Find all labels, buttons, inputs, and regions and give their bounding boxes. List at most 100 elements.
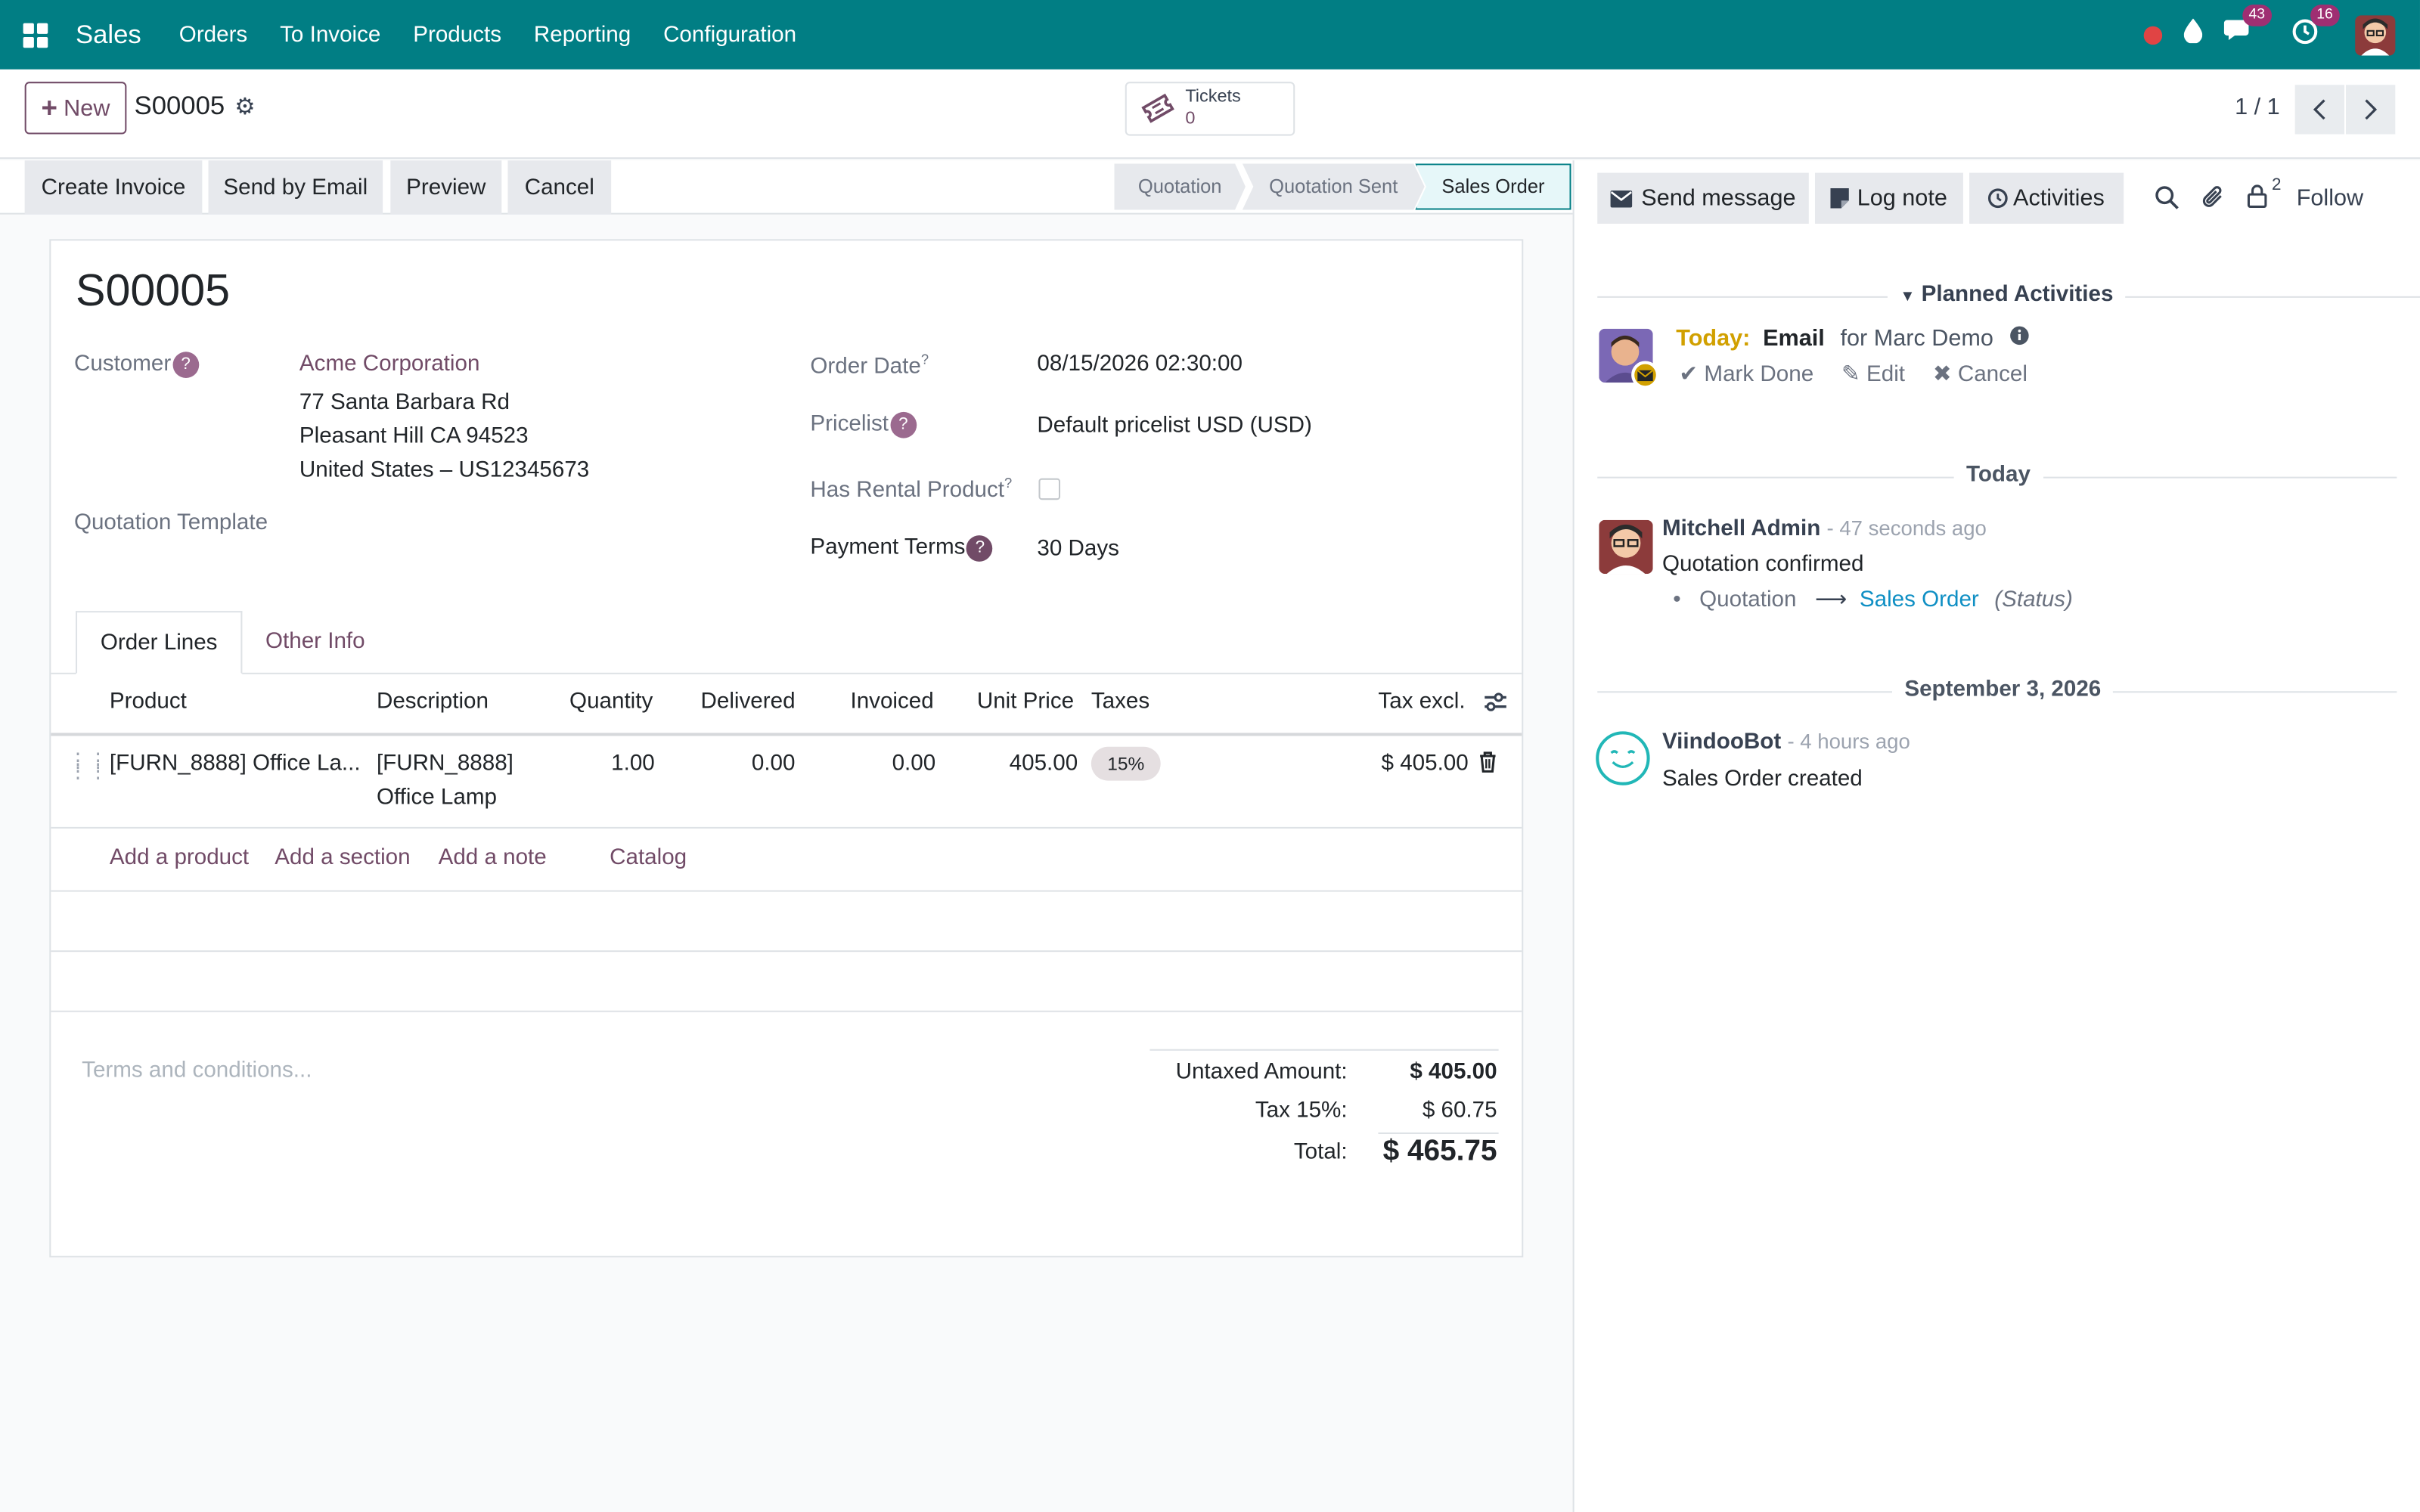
menu-configuration[interactable]: Configuration <box>663 23 796 48</box>
activity-type: Email <box>1763 325 1825 352</box>
tab-order-lines[interactable]: Order Lines <box>75 611 243 674</box>
author-name[interactable]: ViindooBot <box>1662 730 1781 754</box>
tracking-new-value: Sales Order <box>1859 587 1979 613</box>
create-invoice-button[interactable]: Create Invoice <box>24 160 203 215</box>
new-button[interactable]: + New <box>24 82 127 135</box>
app-brand[interactable]: Sales <box>76 20 141 51</box>
paperclip-icon[interactable] <box>2201 184 2226 218</box>
col-tax-excl[interactable]: Tax excl. <box>1378 689 1465 714</box>
check-icon: ✔ <box>1679 362 1699 388</box>
menu-reporting[interactable]: Reporting <box>534 23 631 48</box>
follow-button[interactable]: Follow <box>2297 185 2363 212</box>
column-settings-icon[interactable] <box>1483 691 1508 719</box>
status-quotation-sent[interactable]: Quotation Sent <box>1242 163 1425 210</box>
col-unit-price[interactable]: Unit Price <box>977 689 1074 714</box>
customer-field[interactable]: Acme Corporation <box>299 352 479 376</box>
col-delivered[interactable]: Delivered <box>701 689 796 714</box>
send-message-button[interactable]: Send message <box>1597 172 1809 224</box>
row-unit-price[interactable]: 405.00 <box>1010 751 1078 776</box>
order-date-field[interactable]: 08/15/2026 02:30:00 <box>1037 352 1243 376</box>
catalog-link[interactable]: Catalog <box>610 845 687 870</box>
terms-input[interactable]: Terms and conditions... <box>82 1058 312 1083</box>
address-line-3: United States – US12345673 <box>299 458 590 483</box>
user-avatar[interactable] <box>2355 14 2396 55</box>
activities-button[interactable]: Activities <box>1969 172 2124 224</box>
recording-icon[interactable] <box>2143 25 2163 45</box>
pager-value[interactable]: 1 / 1 <box>2235 94 2280 120</box>
totals-divider <box>1150 1049 1499 1051</box>
tickets-smart-button[interactable]: Tickets 0 <box>1125 82 1295 136</box>
pager-next-button[interactable] <box>2346 85 2396 135</box>
empty-row <box>51 892 1522 953</box>
mark-done-label: Mark Done <box>1704 362 1814 388</box>
planned-activities-toggle[interactable]: ▼ Planned Activities <box>1887 282 2126 308</box>
cancel-label: Cancel <box>1957 362 2028 388</box>
col-description[interactable]: Description <box>377 689 489 714</box>
followers-lock-icon[interactable] <box>2247 184 2267 216</box>
gear-icon[interactable]: ⚙ <box>234 92 255 120</box>
email-activity-icon <box>1631 361 1659 389</box>
row-description-1[interactable]: [FURN_8888] <box>377 751 513 776</box>
bot-avatar[interactable] <box>1596 731 1650 785</box>
drop-icon[interactable] <box>2183 18 2203 51</box>
edit-label: Edit <box>1866 362 1906 388</box>
apps-menu-icon[interactable] <box>23 22 48 48</box>
mark-done-button[interactable]: ✔ Mark Done <box>1679 363 1813 388</box>
row-quantity[interactable]: 1.00 <box>611 751 655 776</box>
menu-to-invoice[interactable]: To Invoice <box>280 23 380 48</box>
tab-other-info[interactable]: Other Info <box>265 630 365 655</box>
author-name[interactable]: Mitchell Admin <box>1662 517 1820 542</box>
menu-products[interactable]: Products <box>413 23 501 48</box>
payment-terms-field[interactable]: 30 Days <box>1037 537 1119 562</box>
activity-actions: ✔ Mark Done ✎ Edit ✖ Cancel <box>1679 363 2028 388</box>
log-note-label: Log note <box>1857 184 1947 212</box>
menu-orders[interactable]: Orders <box>179 23 247 48</box>
message-body: Sales Order created <box>1661 767 1863 792</box>
planned-activities-label: Planned Activities <box>1921 282 2114 308</box>
add-note-link[interactable]: Add a note <box>439 845 547 870</box>
rental-label: Has Rental Product? <box>810 475 1013 503</box>
pencil-icon: ✎ <box>1841 362 1860 388</box>
status-quotation[interactable]: Quotation <box>1114 163 1246 210</box>
message-time: - 47 seconds ago <box>1826 516 1987 541</box>
row-delivered[interactable]: 0.00 <box>752 751 796 776</box>
col-quantity[interactable]: Quantity <box>569 689 653 714</box>
quotation-template-label: Quotation Template <box>73 510 268 536</box>
send-email-button[interactable]: Send by Email <box>208 160 383 215</box>
edit-activity-button[interactable]: ✎ Edit <box>1841 363 1905 388</box>
pricelist-field[interactable]: Default pricelist USD (USD) <box>1037 414 1311 438</box>
help-icon[interactable]: ? <box>172 352 199 378</box>
cancel-button[interactable]: Cancel <box>507 160 612 215</box>
tax-label: Tax 15%: <box>1255 1098 1348 1123</box>
activities-badge: 16 <box>2310 4 2339 26</box>
search-icon[interactable] <box>2155 185 2180 218</box>
drag-handle-icon[interactable]: ⋮⋮ ⋮⋮ <box>68 750 108 781</box>
help-icon[interactable]: ? <box>966 535 994 562</box>
trash-icon[interactable] <box>1478 751 1497 779</box>
add-section-link[interactable]: Add a section <box>275 845 410 870</box>
col-invoiced[interactable]: Invoiced <box>850 689 933 714</box>
row-invoiced[interactable]: 0.00 <box>892 751 936 776</box>
tax-tag[interactable]: 15% <box>1091 746 1161 781</box>
cancel-activity-button[interactable]: ✖ Cancel <box>1933 363 2028 388</box>
author-avatar[interactable] <box>1599 519 1653 575</box>
order-date-label-text: Order Date <box>810 355 921 380</box>
activity-due: Today: <box>1676 325 1751 352</box>
col-taxes[interactable]: Taxes <box>1091 689 1150 714</box>
col-product[interactable]: Product <box>110 689 187 714</box>
status-sales-order[interactable]: Sales Order <box>1415 163 1571 210</box>
preview-button[interactable]: Preview <box>390 160 502 215</box>
info-icon[interactable] <box>2009 326 2030 352</box>
form-sheet: S00005 Customer? Acme Corporation 77 San… <box>49 239 1524 1258</box>
messages-icon[interactable]: 43 <box>2223 5 2272 51</box>
log-note-button[interactable]: Log note <box>1814 172 1963 224</box>
ticket-icon <box>1139 89 1179 131</box>
row-product[interactable]: [FURN_8888] Office La... <box>110 751 361 776</box>
table-row[interactable]: ⋮⋮ ⋮⋮ [FURN_8888] Office La... [FURN_8888… <box>51 736 1522 829</box>
help-icon[interactable]: ? <box>890 411 917 438</box>
pager-previous-button[interactable] <box>2294 85 2344 135</box>
activities-clock-icon[interactable]: 16 <box>2292 4 2339 51</box>
add-product-link[interactable]: Add a product <box>110 845 249 870</box>
rental-checkbox[interactable] <box>1038 478 1061 500</box>
row-description-2[interactable]: Office Lamp <box>377 785 497 810</box>
